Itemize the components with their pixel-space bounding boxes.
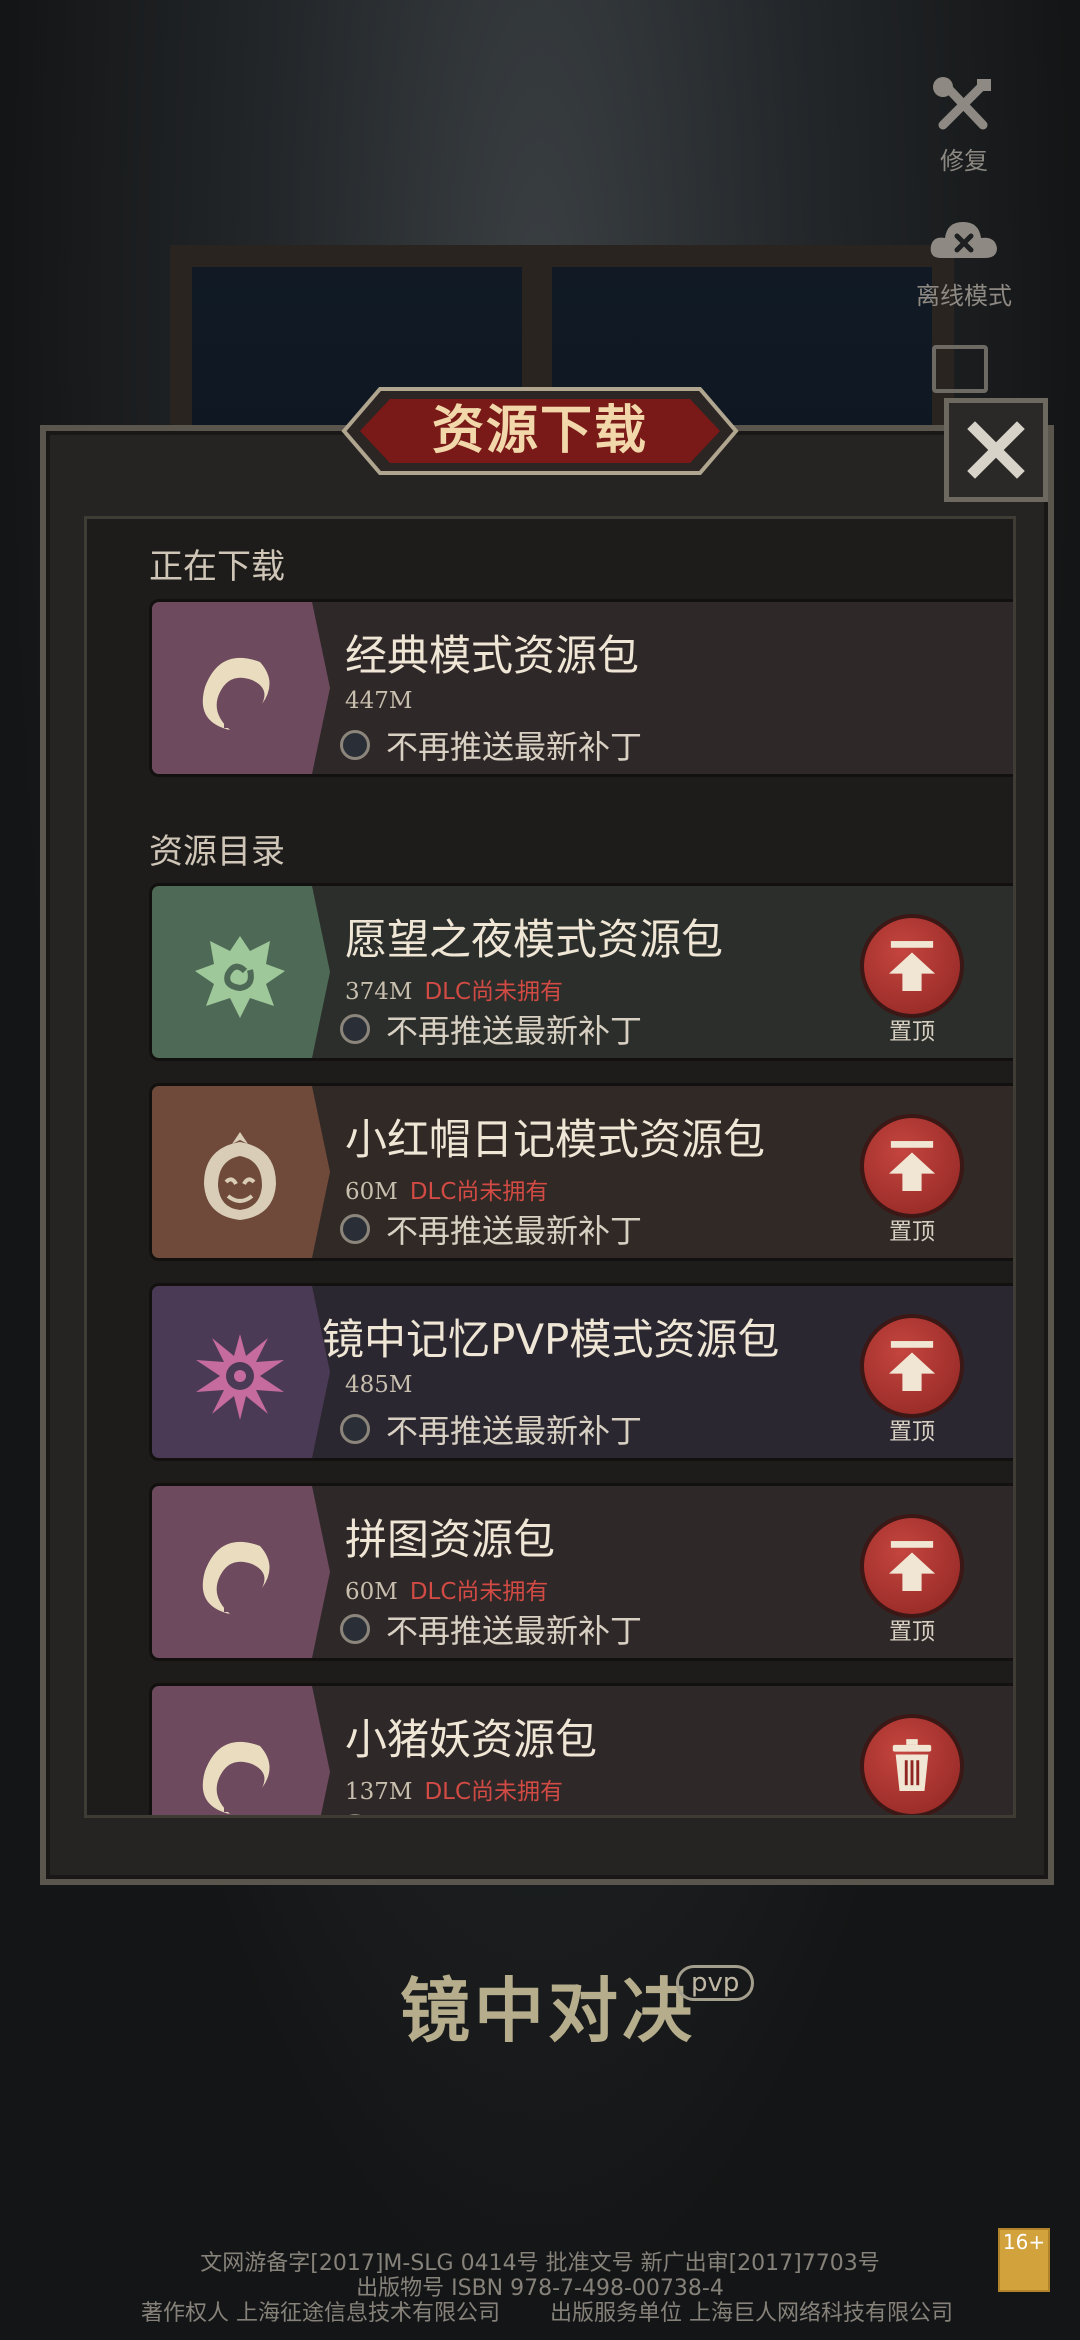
item-name: 小猪妖资源包 [345,1715,598,1764]
pin-top-arrow-icon [888,1541,936,1591]
repair-label: 修复 [940,147,988,175]
red-hood-mask-icon [204,1132,276,1220]
pin-top-arrow-icon [888,941,936,991]
item-meta: 60M DLC尚未拥有 [345,1172,548,1206]
section-downloading: 正在下载 [149,547,285,587]
close-button[interactable] [944,398,1048,502]
offline-mode-label: 离线模式 [916,282,1012,310]
delete-button[interactable] [860,1714,964,1815]
radio-button[interactable] [340,730,370,760]
item-name: 拼图资源包 [345,1515,556,1564]
crescent-spiral-icon [202,1741,270,1814]
item-name: 镜中记忆PVP模式资源包 [322,1315,780,1364]
no-patch-option[interactable]: 不再推送最新补丁 [340,1606,642,1652]
footer-publisher: 出版服务单位 上海巨人网络科技有限公司 [550,2301,953,2326]
offline-mode-button[interactable]: 离线模式 [904,210,1024,311]
spiky-vortex-icon [196,1334,284,1420]
resource-download-dialog: 正在下载 经典模式资源包 447M 不再推送最新补丁 资源目录 愿望之夜模式资源… [40,425,1054,1885]
crescent-spiral-icon [202,657,270,730]
item-size: 60M [345,1179,398,1205]
catalog-item-card[interactable]: 小猪妖资源包 137M DLC尚未拥有 不再推送最新补丁 [149,1683,1013,1815]
leaf-swirl-icon [195,936,285,1018]
catalog-item-card[interactable]: 拼图资源包 60M DLC尚未拥有 不再推送最新补丁 置顶 [149,1483,1013,1661]
radio-button[interactable] [340,1214,370,1244]
repair-button[interactable]: 修复 [904,75,1024,176]
game-logo: 镜中对决 [400,1969,696,2052]
dlc-status: DLC尚未拥有 [424,1779,564,1805]
pin-to-top-button[interactable] [860,1314,964,1418]
pin-to-top-label: 置顶 [889,1419,935,1445]
pin-to-top-button[interactable] [860,1514,964,1618]
radio-button[interactable] [340,1614,370,1644]
no-patch-option[interactable]: 不再推送最新补丁 [340,1006,642,1052]
no-patch-label: 不再推送最新补丁 [386,1012,643,1050]
pin-to-top-button[interactable] [860,1114,964,1218]
crescent-spiral-icon [202,1541,270,1614]
resource-list-panel[interactable]: 正在下载 经典模式资源包 447M 不再推送最新补丁 资源目录 愿望之夜模式资源… [84,516,1016,1818]
catalog-item-card[interactable]: 镜中记忆PVP模式资源包 485M 不再推送最新补丁 置顶 [149,1283,1013,1461]
pin-top-arrow-icon [888,1141,936,1191]
no-patch-label: 不再推送最新补丁 [386,1806,642,1815]
pin-to-top-label: 置顶 [889,1219,935,1245]
catalog-item-card[interactable]: 愿望之夜模式资源包 374M DLC尚未拥有 不再推送最新补丁 置顶 [149,883,1013,1061]
downloading-item-card[interactable]: 经典模式资源包 447M 不再推送最新补丁 [149,599,1013,777]
no-patch-option[interactable]: 不再推送最新补丁 [340,1206,642,1252]
item-meta: 374M DLC尚未拥有 [345,972,563,1006]
no-patch-option[interactable]: 不再推送最新补丁 [340,722,642,768]
item-meta: 60M DLC尚未拥有 [345,1572,548,1606]
dialog-title: 资源下载 [431,401,648,461]
radio-button[interactable] [340,1014,370,1044]
item-name: 小红帽日记模式资源包 [345,1115,766,1164]
item-name: 愿望之夜模式资源包 [345,915,724,964]
pin-to-top-label: 置顶 [889,1619,935,1645]
no-patch-label: 不再推送最新补丁 [386,1212,643,1250]
trash-icon [892,1739,932,1791]
item-size: 60M [345,1579,398,1605]
pin-to-top-button[interactable] [860,914,964,1018]
close-icon [967,421,1025,479]
no-patch-label: 不再推送最新补丁 [386,1412,643,1450]
dlc-status: DLC尚未拥有 [424,979,564,1005]
item-size: 485M [345,1372,413,1398]
logo-pvp-badge: pvp [676,1965,755,2001]
pin-top-arrow-icon [888,1341,936,1391]
pin-to-top-label: 置顶 [889,1019,935,1045]
no-patch-option[interactable]: 不再推送最新补丁 [340,1806,642,1815]
catalog-item-card[interactable]: 小红帽日记模式资源包 60M DLC尚未拥有 不再推送最新补丁 置顶 [149,1083,1013,1261]
no-patch-option[interactable]: 不再推送最新补丁 [340,1406,642,1452]
item-size: 447M [345,688,413,714]
item-size: 374M [345,979,413,1005]
item-name: 经典模式资源包 [345,631,640,680]
radio-button[interactable] [340,1414,370,1444]
section-catalog: 资源目录 [149,832,285,872]
age-rating-badge: 16+ [998,2228,1050,2292]
item-meta: 485M [345,1372,412,1398]
item-meta: 137M DLC尚未拥有 [345,1772,563,1806]
item-size: 137M [345,1779,413,1805]
scan-icon[interactable] [932,345,988,393]
no-patch-label: 不再推送最新补丁 [386,1612,643,1650]
dlc-status: DLC尚未拥有 [409,1179,549,1205]
dlc-status: DLC尚未拥有 [409,1579,549,1605]
offline-cloud-icon [930,222,997,258]
footer-copyright-owner: 著作权人 上海征途信息技术有限公司 [141,2301,500,2326]
no-patch-label: 不再推送最新补丁 [386,728,643,766]
radio-button[interactable] [340,1814,370,1815]
item-meta: 447M [345,688,412,714]
repair-tools-icon [933,77,991,130]
